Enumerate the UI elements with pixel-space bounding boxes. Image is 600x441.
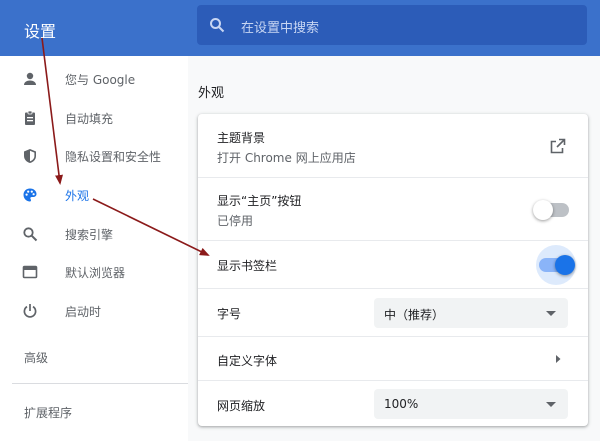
font-size-label: 字号 bbox=[217, 307, 242, 321]
font-size-row: 字号 中（推荐） bbox=[198, 288, 588, 336]
dropdown-caret-icon bbox=[546, 402, 556, 407]
dropdown-caret-icon bbox=[546, 311, 556, 316]
theme-sublabel: 打开 Chrome 网上应用店 bbox=[217, 151, 356, 165]
bookmarks-bar-row[interactable]: 显示书签栏 bbox=[198, 240, 588, 288]
home-button-label: 显示“主页”按钮 bbox=[217, 194, 302, 208]
page-title: 设置 bbox=[24, 22, 57, 41]
sidebar-item-label: 搜索引擎 bbox=[65, 228, 114, 242]
sidebar: 您与 Google 自动填充 隐私设置和安全性 外观 搜索引擎 默认浏览器 启动… bbox=[0, 56, 188, 441]
power-icon bbox=[23, 304, 37, 318]
sidebar-divider bbox=[12, 383, 188, 384]
sidebar-item-default-browser[interactable]: 默认浏览器 bbox=[0, 254, 188, 290]
sidebar-item-label: 隐私设置和安全性 bbox=[65, 150, 162, 164]
sidebar-item-label: 您与 Google bbox=[65, 73, 136, 87]
theme-row[interactable]: 主题背景 打开 Chrome 网上应用店 bbox=[198, 114, 588, 177]
shield-icon bbox=[24, 149, 36, 163]
toggle-knob bbox=[555, 255, 575, 275]
search-icon bbox=[23, 227, 38, 242]
palette-icon bbox=[23, 188, 37, 202]
sidebar-item-advanced[interactable]: 高级 bbox=[24, 349, 48, 366]
top-bar: 设置 在设置中搜索 bbox=[0, 0, 600, 56]
sidebar-item-on-startup[interactable]: 启动时 bbox=[0, 293, 188, 329]
external-link-icon[interactable] bbox=[550, 138, 566, 154]
page-zoom-label: 网页缩放 bbox=[217, 399, 266, 413]
sidebar-item-appearance[interactable]: 外观 bbox=[0, 177, 188, 213]
sidebar-item-label: 启动时 bbox=[65, 305, 102, 319]
page-zoom-value: 100% bbox=[384, 397, 419, 411]
sidebar-item-you-and-google[interactable]: 您与 Google bbox=[0, 61, 188, 97]
sidebar-item-extensions[interactable]: 扩展程序 bbox=[24, 404, 72, 421]
home-button-row[interactable]: 显示“主页”按钮 已停用 bbox=[198, 177, 588, 240]
search-input[interactable]: 在设置中搜索 bbox=[241, 17, 319, 36]
person-icon bbox=[24, 72, 36, 85]
sidebar-item-autofill[interactable]: 自动填充 bbox=[0, 100, 188, 136]
sidebar-item-label: 外观 bbox=[65, 189, 90, 203]
custom-fonts-label: 自定义字体 bbox=[217, 354, 278, 368]
bookmarks-bar-label: 显示书签栏 bbox=[217, 259, 278, 273]
search-icon bbox=[210, 18, 225, 33]
appearance-card: 主题背景 打开 Chrome 网上应用店 显示“主页”按钮 已停用 显示书签栏 … bbox=[198, 114, 588, 426]
sidebar-item-search-engine[interactable]: 搜索引擎 bbox=[0, 216, 188, 252]
search-box[interactable]: 在设置中搜索 bbox=[197, 5, 587, 45]
home-button-toggle[interactable] bbox=[533, 200, 569, 220]
home-button-status: 已停用 bbox=[217, 214, 254, 228]
sidebar-item-label: 默认浏览器 bbox=[65, 266, 126, 280]
toggle-knob bbox=[533, 200, 553, 220]
bookmarks-bar-toggle[interactable] bbox=[539, 255, 575, 275]
sidebar-item-label: 自动填充 bbox=[65, 112, 114, 126]
sidebar-item-privacy[interactable]: 隐私设置和安全性 bbox=[0, 138, 188, 174]
page-zoom-row: 网页缩放 100% bbox=[198, 380, 588, 426]
font-size-select[interactable]: 中（推荐） bbox=[374, 298, 568, 328]
theme-label: 主题背景 bbox=[217, 131, 266, 145]
clipboard-icon bbox=[25, 110, 35, 125]
custom-fonts-row[interactable]: 自定义字体 bbox=[198, 336, 588, 380]
section-title: 外观 bbox=[198, 86, 225, 101]
font-size-value: 中（推荐） bbox=[384, 308, 445, 322]
browser-icon bbox=[22, 265, 38, 279]
chevron-right-icon bbox=[556, 355, 561, 363]
page-zoom-select[interactable]: 100% bbox=[374, 389, 568, 419]
